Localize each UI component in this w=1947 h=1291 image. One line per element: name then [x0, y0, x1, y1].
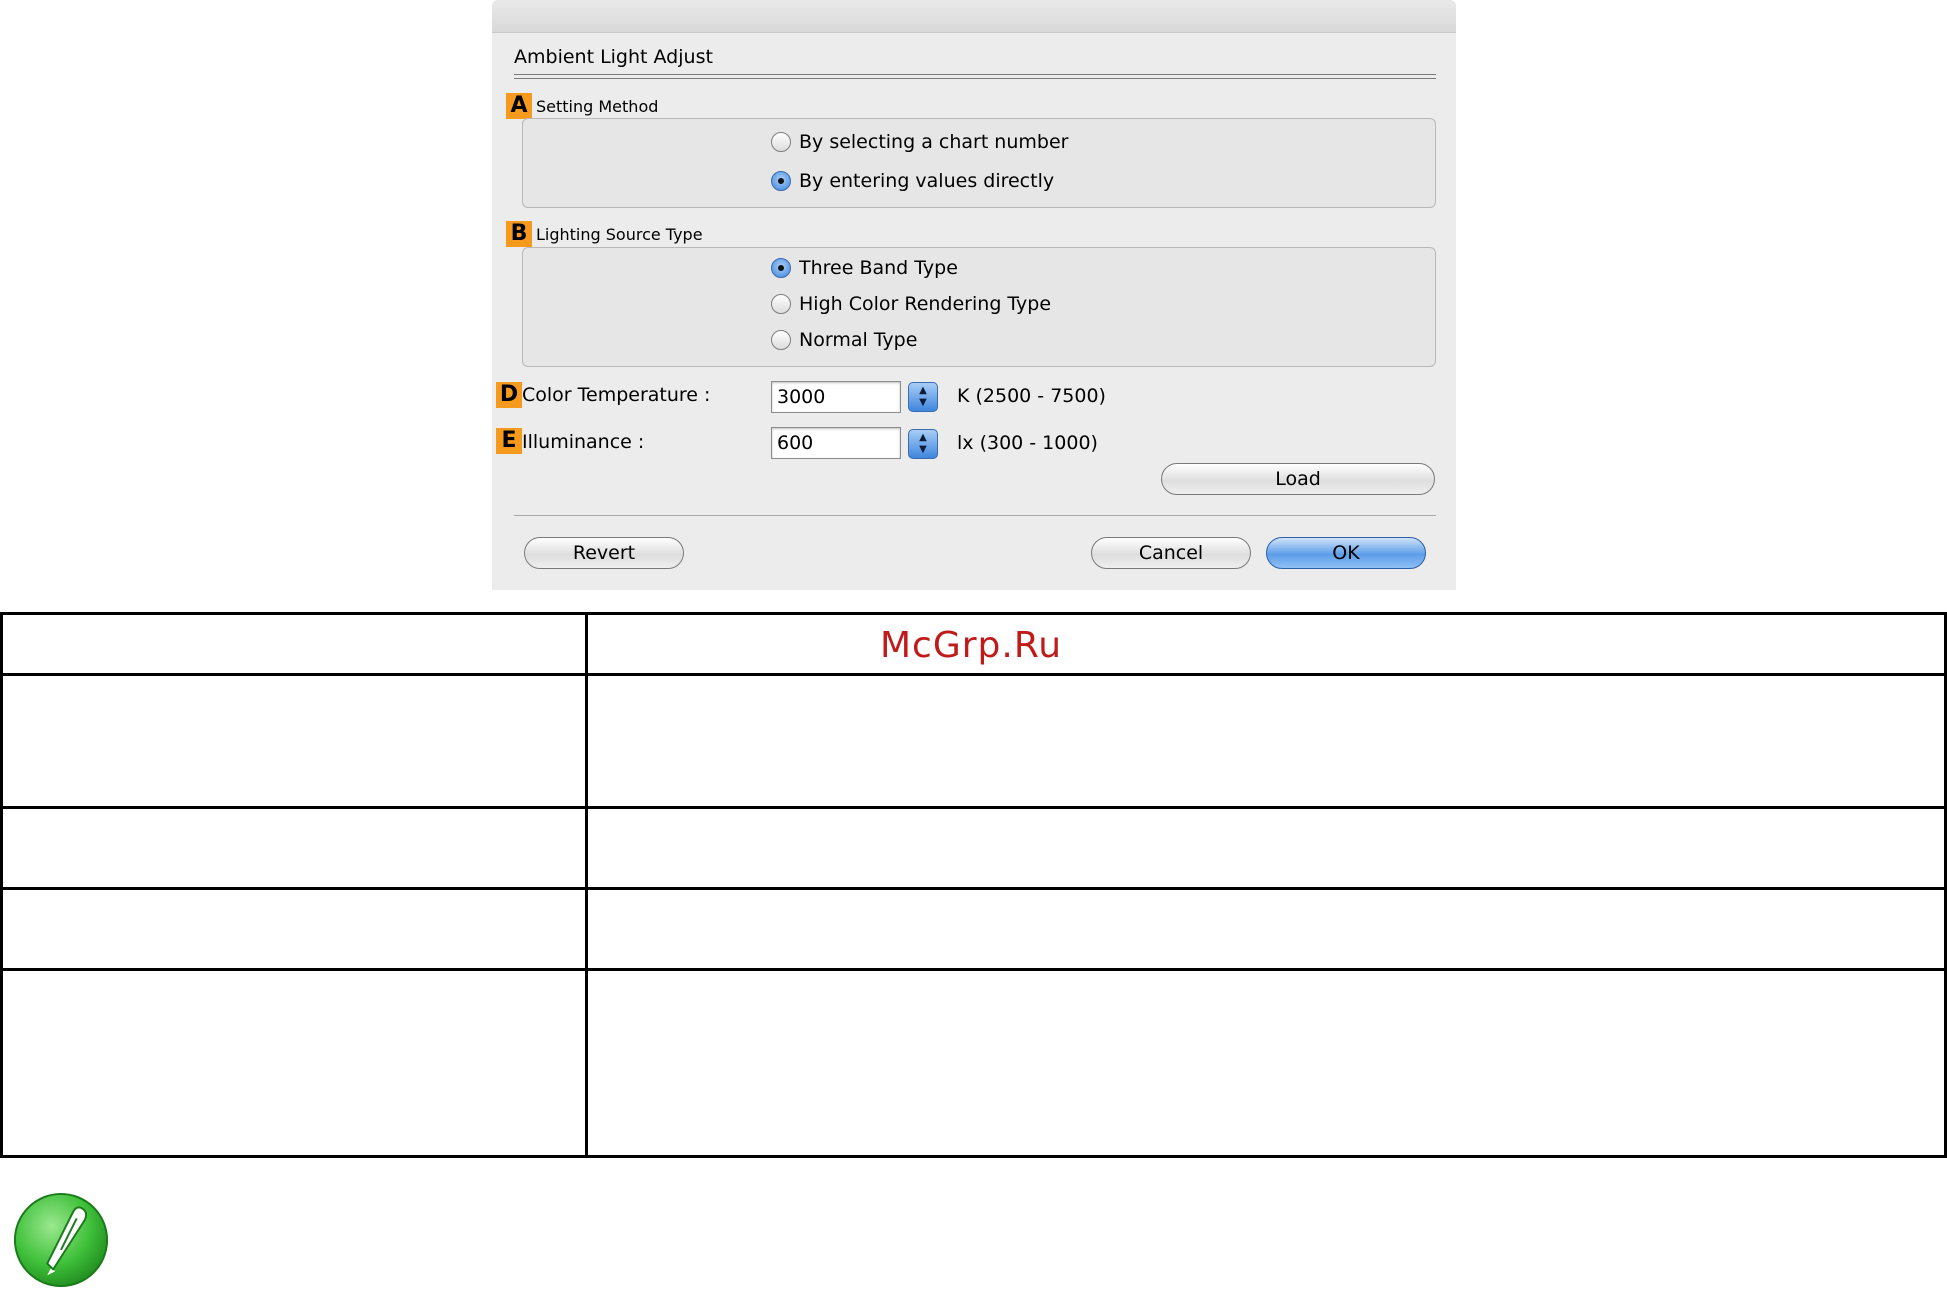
table-cell: [0, 887, 588, 971]
title-divider: [514, 74, 1436, 79]
radio-normal-type[interactable]: Normal Type: [771, 329, 917, 351]
radio-label: High Color Rendering Type: [799, 293, 1052, 315]
radio-by-chart-number[interactable]: By selecting a chart number: [771, 131, 1068, 153]
illuminance-label: Illuminance :: [522, 431, 645, 453]
radio-label: By entering values directly: [799, 170, 1055, 192]
table-row: [0, 887, 1947, 971]
table-cell: [0, 673, 588, 809]
radio-three-band[interactable]: Three Band Type: [771, 257, 958, 279]
radio-label: Three Band Type: [799, 257, 958, 279]
illuminance-range: lx (300 - 1000): [957, 432, 1098, 454]
marker-b: B: [506, 221, 532, 247]
cancel-button[interactable]: Cancel: [1091, 537, 1251, 569]
radio-button-selected[interactable]: [771, 171, 791, 191]
illuminance-stepper[interactable]: ▲ ▼: [908, 429, 938, 459]
stepper-up-icon[interactable]: ▲: [909, 385, 937, 397]
table-cell: [0, 968, 588, 1158]
button-separator: [514, 515, 1436, 516]
table-cell: [585, 887, 1947, 971]
ambient-light-adjust-dialog: Ambient Light Adjust A Setting Method By…: [492, 0, 1456, 590]
marker-e: E: [496, 428, 522, 454]
color-temperature-stepper[interactable]: ▲ ▼: [908, 382, 938, 412]
stepper-down-icon[interactable]: ▼: [909, 444, 937, 456]
table-row: [0, 968, 1947, 1158]
table-cell: [585, 968, 1947, 1158]
lighting-source-label: Lighting Source Type: [536, 225, 703, 244]
table-cell: [585, 806, 1947, 890]
radio-button[interactable]: [771, 294, 791, 314]
radio-by-entering-values[interactable]: By entering values directly: [771, 170, 1054, 192]
table-cell: [585, 612, 1947, 676]
color-temperature-range: K (2500 - 7500): [957, 385, 1106, 407]
revert-button[interactable]: Revert: [524, 537, 684, 569]
color-temperature-input[interactable]: [771, 381, 901, 413]
radio-label: Normal Type: [799, 329, 918, 351]
description-table: [0, 612, 1947, 1158]
table-row: [0, 673, 1947, 809]
radio-button-selected[interactable]: [771, 258, 791, 278]
radio-label: By selecting a chart number: [799, 131, 1069, 153]
table-cell: [0, 806, 588, 890]
marker-a: A: [506, 93, 532, 119]
table-row: [0, 806, 1947, 890]
illuminance-input[interactable]: [771, 427, 901, 459]
window-titlebar[interactable]: [492, 0, 1456, 33]
stepper-down-icon[interactable]: ▼: [909, 397, 937, 409]
setting-method-label: Setting Method: [536, 97, 659, 116]
table-cell: [0, 612, 588, 676]
stepper-up-icon[interactable]: ▲: [909, 432, 937, 444]
radio-high-color-rendering[interactable]: High Color Rendering Type: [771, 293, 1051, 315]
color-temperature-label: Color Temperature :: [522, 384, 711, 406]
radio-button[interactable]: [771, 330, 791, 350]
load-button[interactable]: Load: [1161, 463, 1435, 495]
radio-button[interactable]: [771, 132, 791, 152]
ok-button[interactable]: OK: [1266, 537, 1426, 569]
dialog-title: Ambient Light Adjust: [514, 46, 713, 68]
pencil-note-icon: [13, 1192, 109, 1288]
marker-d: D: [496, 382, 522, 408]
watermark-text: McGrp.Ru: [880, 625, 1063, 666]
table-cell: [585, 673, 1947, 809]
